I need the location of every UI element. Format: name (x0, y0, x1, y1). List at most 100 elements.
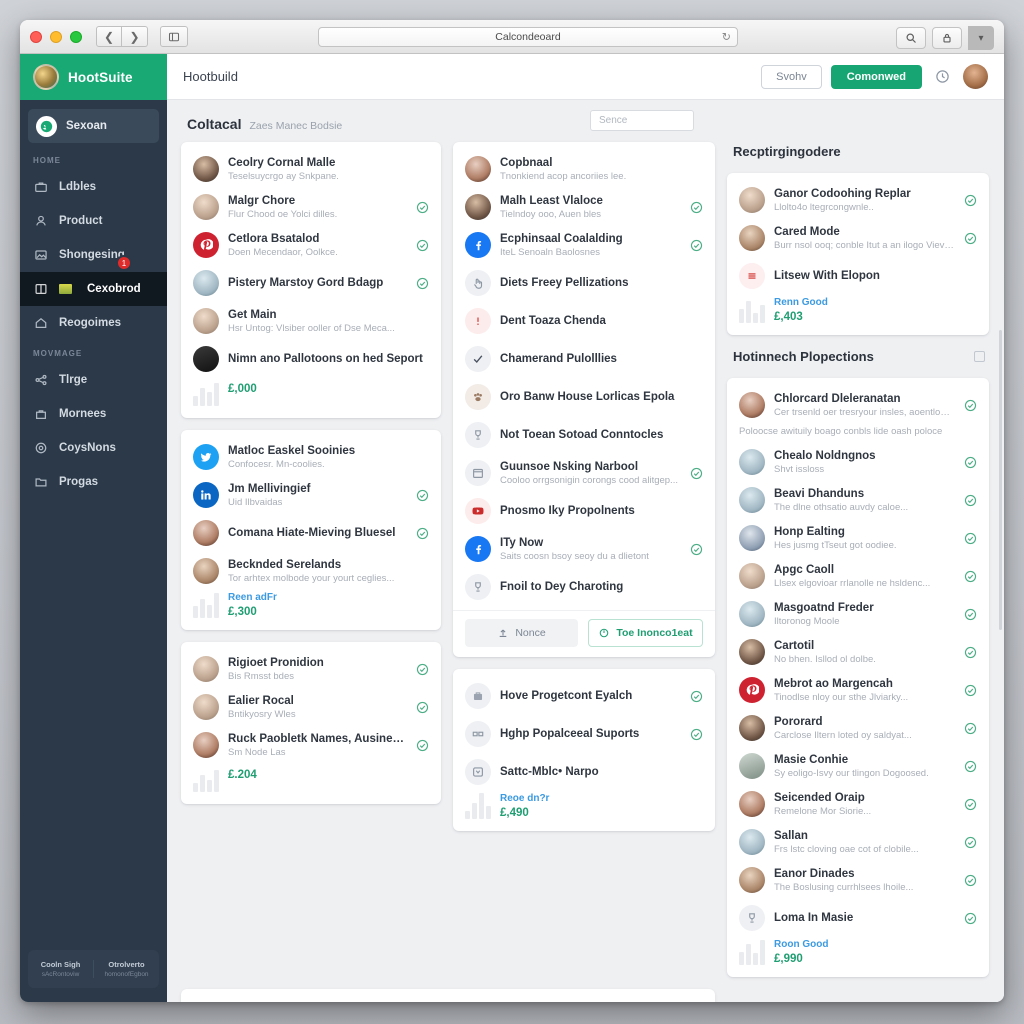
stat-link[interactable]: Reen adFr (228, 592, 277, 603)
list-item[interactable]: Cetlora Bsatalod Doen Mecendaor, Oolkce. (181, 226, 441, 264)
check-circle-icon[interactable] (964, 760, 977, 773)
check-circle-icon[interactable] (964, 608, 977, 621)
list-item[interactable]: Ceolry Cornal Malle Teselsuycrgo ay Snkp… (181, 150, 441, 188)
list-item[interactable]: Beavi Dhanduns The dlne othsatio auvdy ca… (727, 481, 989, 519)
check-circle-icon[interactable] (416, 739, 429, 752)
list-item[interactable]: Rigioet Pronidion Bis Rmsst bdes (181, 650, 441, 688)
check-circle-icon[interactable] (964, 646, 977, 659)
check-circle-icon[interactable] (416, 489, 429, 502)
check-circle-icon[interactable] (964, 399, 977, 412)
list-item[interactable]: Ecphinsaal Coalalding IteL Senoaln Baolo… (453, 226, 715, 264)
square-checkbox[interactable] (974, 351, 985, 362)
primary-button[interactable]: Comonwed (830, 64, 922, 89)
check-circle-icon[interactable] (964, 232, 977, 245)
minimize-button[interactable] (50, 30, 62, 43)
check-circle-icon[interactable] (964, 494, 977, 507)
stat-link[interactable]: Renn Good (774, 297, 828, 308)
refresh-button[interactable]: Toe Inonco1eat (588, 619, 703, 647)
list-item[interactable]: Pnosmo Iky Propolnents (453, 492, 715, 530)
list-item[interactable]: Chealo Noldngnos Shvt issloss (727, 443, 989, 481)
reload-icon[interactable]: ↻ (722, 31, 731, 44)
list-item[interactable]: Eanor Dinades The Boslusing currhlsees lh… (727, 861, 989, 899)
upload-button[interactable]: Nonce (465, 619, 578, 647)
back-button[interactable]: ❮ (96, 26, 122, 47)
sidebar-footer-left[interactable]: Cooln Sigh sAcRontoviw (28, 960, 94, 978)
list-item[interactable]: Matloc Easkel Sooinies Confocesr. Mn-coo… (181, 438, 441, 476)
list-item[interactable]: Chlorcard Dleleranatan Cer trsenld oer t… (727, 386, 989, 424)
list-item[interactable]: Litsew With Elopon (727, 257, 989, 295)
check-circle-icon[interactable] (964, 874, 977, 887)
check-circle-icon[interactable] (416, 201, 429, 214)
list-item[interactable]: Becknded Serelands Tor arhtex molbode yo… (181, 552, 441, 590)
list-item[interactable]: Honp Ealting Hes jusmg tTseut got oodiee. (727, 519, 989, 557)
list-item[interactable]: Loma In Masie (727, 899, 989, 937)
brand-header[interactable]: HootSuite (20, 54, 167, 100)
sidebar-footer-right[interactable]: Otrolverto homonofEgbon (94, 960, 159, 978)
bell-icon[interactable] (935, 69, 950, 84)
sidebar-item-reogoimes[interactable]: Reogoimes (20, 306, 167, 340)
forward-button[interactable]: ❯ (122, 26, 148, 47)
close-button[interactable] (30, 30, 42, 43)
check-circle-icon[interactable] (964, 532, 977, 545)
sidebar-footer[interactable]: Cooln Sigh sAcRontoviw Otrolverto homono… (28, 950, 159, 988)
check-circle-icon[interactable] (964, 194, 977, 207)
list-item[interactable]: Oro Banw House Lorlicas Epola (453, 378, 715, 416)
check-circle-icon[interactable] (416, 527, 429, 540)
list-item[interactable]: Chamerand Pulolllies (453, 340, 715, 378)
list-item[interactable]: Nimn ano Pallotoons on hed Seport (181, 340, 441, 378)
sidebar-item-mornees[interactable]: Mornees (20, 397, 167, 431)
list-item[interactable]: Malh Least Vlaloce Tielndoy ooo, Auen bl… (453, 188, 715, 226)
scrollbar[interactable] (999, 330, 1002, 630)
check-circle-icon[interactable] (416, 701, 429, 714)
search-icon[interactable] (896, 27, 926, 49)
list-item[interactable]: Get Main Hsr Untog: Vlsiber ooller of Ds… (181, 302, 441, 340)
sidebar-item-cexobrod[interactable]: Cexobrod (20, 272, 167, 306)
list-item[interactable]: Sattc-Mblc• Narpo (453, 753, 715, 791)
list-item[interactable]: Jm Mellivingief Uid Ilbvaidas (181, 476, 441, 514)
list-item[interactable]: Dent Toaza Chenda (453, 302, 715, 340)
list-item[interactable]: Pistery Marstoy Gord Bdagp (181, 264, 441, 302)
check-circle-icon[interactable] (416, 277, 429, 290)
list-item[interactable]: Hghp Popalceeal Suports (453, 715, 715, 753)
list-item[interactable]: Fnoil to Dey Charoting (453, 568, 715, 606)
check-circle-icon[interactable] (964, 798, 977, 811)
list-item[interactable]: Ealier Rocal Bntikyosry Wles (181, 688, 441, 726)
check-circle-icon[interactable] (964, 570, 977, 583)
check-circle-icon[interactable] (690, 239, 703, 252)
check-circle-icon[interactable] (964, 912, 977, 925)
list-item[interactable]: Diets Freey Pellizations (453, 264, 715, 302)
maximize-button[interactable] (70, 30, 82, 43)
sidebar-item-coysnons[interactable]: CoysNons (20, 431, 167, 465)
lock-icon[interactable] (932, 27, 962, 49)
list-item[interactable]: Masgoatnd Freder Iltoronog Moole (727, 595, 989, 633)
stat-link[interactable]: Roon Good (774, 939, 828, 950)
check-circle-icon[interactable] (690, 690, 703, 703)
list-item[interactable]: Apgc Caoll Llsex elgovioar rrlanolle ne h… (727, 557, 989, 595)
list-item[interactable]: Ganor Codoohing Replar Llolto4o ltegrcon… (727, 181, 989, 219)
check-circle-icon[interactable] (964, 836, 977, 849)
sidebar-toggle-icon[interactable] (160, 26, 188, 47)
list-item[interactable]: Cartotil No bhen. Isllod ol dolbe. (727, 633, 989, 671)
sidebar-item-progas[interactable]: Progas (20, 465, 167, 499)
secondary-button[interactable]: Svohv (761, 64, 822, 89)
list-item[interactable]: Comana Hiate-Mieving Bluesel (181, 514, 441, 552)
check-circle-icon[interactable] (964, 684, 977, 697)
list-item[interactable]: Masie Conhie Sy eoligo-Isvy our tlingon D… (727, 747, 989, 785)
list-item[interactable]: Malgr Chore Flur Chood oe Yolci dilles. (181, 188, 441, 226)
list-item[interactable]: Cared Mode Burr nsol ooq; conble Itut a … (727, 219, 989, 257)
list-item[interactable]: Ruck Paobletk Names, Ausinected Sm Node … (181, 726, 441, 764)
sidebar-item-product[interactable]: Product (20, 204, 167, 238)
list-item[interactable]: Not Toean Sotoad Conntocles (453, 416, 715, 454)
sidebar-item-tlrge[interactable]: Tlrge (20, 363, 167, 397)
check-circle-icon[interactable] (690, 543, 703, 556)
list-item[interactable]: Seicended Oraip Remelone Mor Siorie... (727, 785, 989, 823)
list-item[interactable]: Sallan Frs lstc cloving oae cot of clobil… (727, 823, 989, 861)
check-circle-icon[interactable] (690, 728, 703, 741)
list-item[interactable]: Hove Progetcont Eyalch (453, 677, 715, 715)
check-circle-icon[interactable] (690, 201, 703, 214)
list-item[interactable]: Guunsoe Nsking Narbool Cooloo orrgsonigi… (453, 454, 715, 492)
search-input[interactable]: Sence (590, 110, 694, 131)
window-controls[interactable] (30, 30, 82, 43)
list-item[interactable]: Mebrot ao Margencah Tinodlse nloy our sth… (727, 671, 989, 709)
list-item[interactable]: ITy Now Saits coosn bsoy seoy du a dliet… (453, 530, 715, 568)
